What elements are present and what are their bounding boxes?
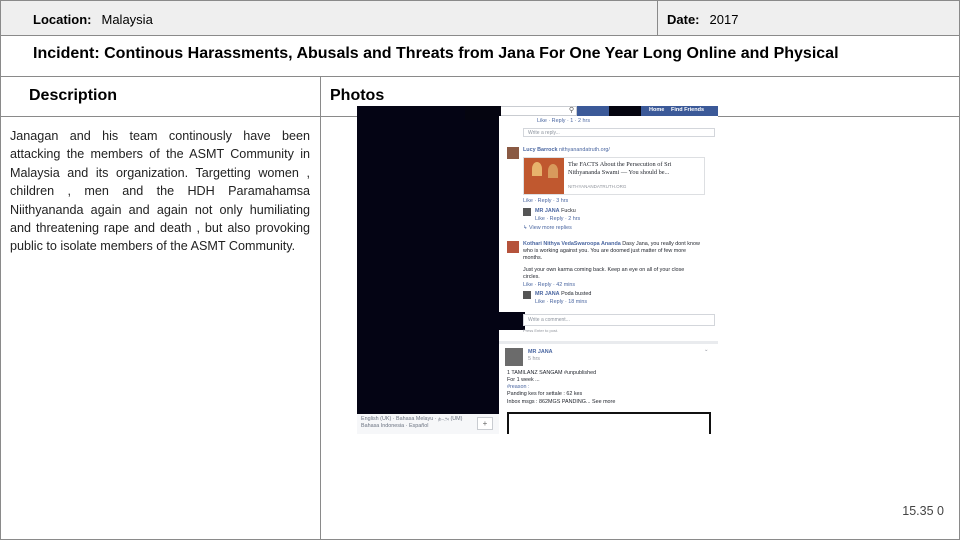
reply-actions: Like · Reply · 18 mins bbox=[535, 299, 588, 305]
nav-find-friends: Find Friends bbox=[671, 107, 704, 113]
shared-link: nithyanandatruth.org/ bbox=[558, 147, 610, 153]
divider bbox=[320, 76, 321, 540]
photos-header: Photos bbox=[330, 87, 385, 104]
view-more-replies: ↳ View more replies bbox=[523, 225, 572, 231]
divider bbox=[0, 0, 960, 1]
location-label: Location: bbox=[33, 12, 92, 27]
language-line: Bahasa Indonesia · Español bbox=[361, 423, 429, 429]
search-box: ⚲ bbox=[499, 106, 577, 116]
incident-title: Incident: Continous Harassments, Abusals… bbox=[33, 45, 839, 62]
redacted-area bbox=[357, 106, 499, 414]
description-header: Description bbox=[29, 87, 118, 104]
facebook-feed: ⚲ Home Find Friends Like · Reply · 1 · 2… bbox=[465, 106, 718, 434]
chevron-down-icon: ⌄ bbox=[704, 347, 709, 353]
post-time: 5 hrs bbox=[528, 356, 540, 362]
preview-thumbnail bbox=[524, 158, 564, 194]
comment-body: who is working against you. You are doom… bbox=[523, 248, 687, 254]
reply-actions: Like · Reply · 2 hrs bbox=[535, 216, 581, 222]
avatar bbox=[507, 147, 519, 159]
post-text: Panding kes for settale : 62 kes bbox=[507, 391, 583, 397]
comment-actions: Like · Reply · 42 mins bbox=[523, 282, 576, 288]
evidence-screenshot: English (UK) · Bahasa Melayu · த.அ (UM) … bbox=[357, 106, 718, 434]
link-preview: The FACTS About the Persecution of Sri N… bbox=[523, 157, 705, 195]
comment-input: Write a comment... bbox=[523, 314, 715, 326]
reply: MR JANA Poda busted bbox=[535, 291, 591, 298]
press-enter-hint: Press Enter to post. bbox=[523, 328, 559, 333]
preview-title: The FACTS About the Persecution of Sri bbox=[568, 161, 672, 168]
comment-actions: Like · Reply · 1 · 2 hrs bbox=[537, 118, 591, 124]
redacted-block bbox=[465, 106, 501, 120]
post-image bbox=[507, 412, 711, 434]
post-text: #reason : bbox=[507, 384, 530, 390]
comment-body: Just your own karma coming back. Keep an… bbox=[523, 267, 685, 273]
preview-title: Nithyananda Swami — You should be... bbox=[568, 169, 670, 176]
divider bbox=[0, 0, 1, 540]
description-text: Janagan and his team continously have be… bbox=[10, 129, 310, 254]
avatar bbox=[523, 291, 531, 299]
preview-domain: NITHYANANDATRUTH.ORG bbox=[568, 184, 627, 189]
language-line: English (UK) · Bahasa Melayu · த.அ (UM) bbox=[361, 416, 463, 422]
comments-card: Like · Reply · 1 · 2 hrs Write a reply..… bbox=[499, 116, 718, 341]
page-number: 15.35 0 bbox=[902, 504, 944, 518]
add-language-button: + bbox=[477, 417, 493, 430]
location-field: Location: Malaysia bbox=[33, 11, 153, 29]
post-text: 1 TAMILANZ SANGAM #unpublished bbox=[507, 370, 597, 376]
date-field: Date: 2017 bbox=[667, 11, 738, 29]
divider bbox=[0, 76, 960, 77]
divider bbox=[657, 0, 658, 35]
comment-actions: Like · Reply · 3 hrs bbox=[523, 198, 569, 204]
comment-header: Lucy Barrock nithyanandatruth.org/ bbox=[523, 147, 610, 154]
location-value: Malaysia bbox=[101, 12, 153, 27]
avatar bbox=[507, 241, 519, 253]
redacted-block bbox=[499, 312, 525, 330]
reply-text: Poda busted bbox=[561, 291, 592, 297]
post-author: MR JANA bbox=[528, 349, 553, 355]
reply: MR JANA Fucku bbox=[535, 208, 576, 215]
comment-body: months. bbox=[523, 255, 543, 261]
search-icon: ⚲ bbox=[568, 107, 574, 114]
nav-home: Home bbox=[649, 107, 665, 113]
comment-author: Lucy Barrock bbox=[523, 147, 558, 153]
date-value: 2017 bbox=[709, 12, 739, 27]
comment-body: Kothari Nithya VedaSwaroopa Ananda Dasy … bbox=[523, 241, 700, 247]
post-card: MR JANA 5 hrs ⌄ 1 TAMILANZ SANGAM #unpub… bbox=[499, 344, 718, 434]
reply-author: MR JANA bbox=[535, 208, 560, 214]
avatar bbox=[505, 348, 523, 366]
reply-text: Fucku bbox=[561, 208, 576, 214]
avatar bbox=[523, 208, 531, 216]
post-text: Inbox msgs : 862MGS PANDING... See more bbox=[507, 399, 616, 405]
reply-author: MR JANA bbox=[535, 291, 560, 297]
post-text: For 1 week ... bbox=[507, 377, 540, 383]
comment-body: circles. bbox=[523, 274, 540, 280]
comment-author: Kothari Nithya VedaSwaroopa Ananda bbox=[523, 241, 621, 247]
date-label: Date: bbox=[667, 12, 700, 27]
divider bbox=[0, 35, 960, 36]
reply-input: Write a reply... bbox=[523, 128, 715, 137]
